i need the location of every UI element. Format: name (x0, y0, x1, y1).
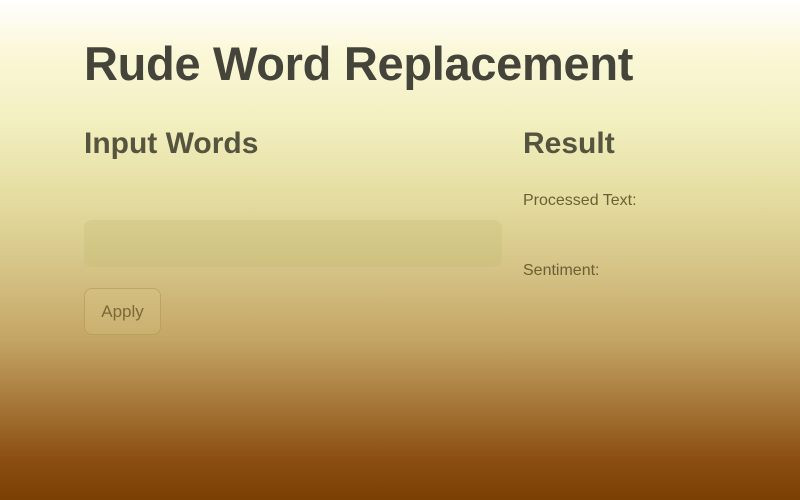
processed-text-label: Processed Text: (523, 192, 637, 209)
input-words-field[interactable] (84, 220, 502, 267)
sentiment-label: Sentiment: (523, 262, 600, 279)
input-words-heading: Input Words (84, 127, 259, 160)
result-heading: Result (523, 127, 615, 160)
page-title: Rude Word Replacement (84, 37, 634, 90)
apply-button[interactable]: Apply (84, 288, 161, 335)
